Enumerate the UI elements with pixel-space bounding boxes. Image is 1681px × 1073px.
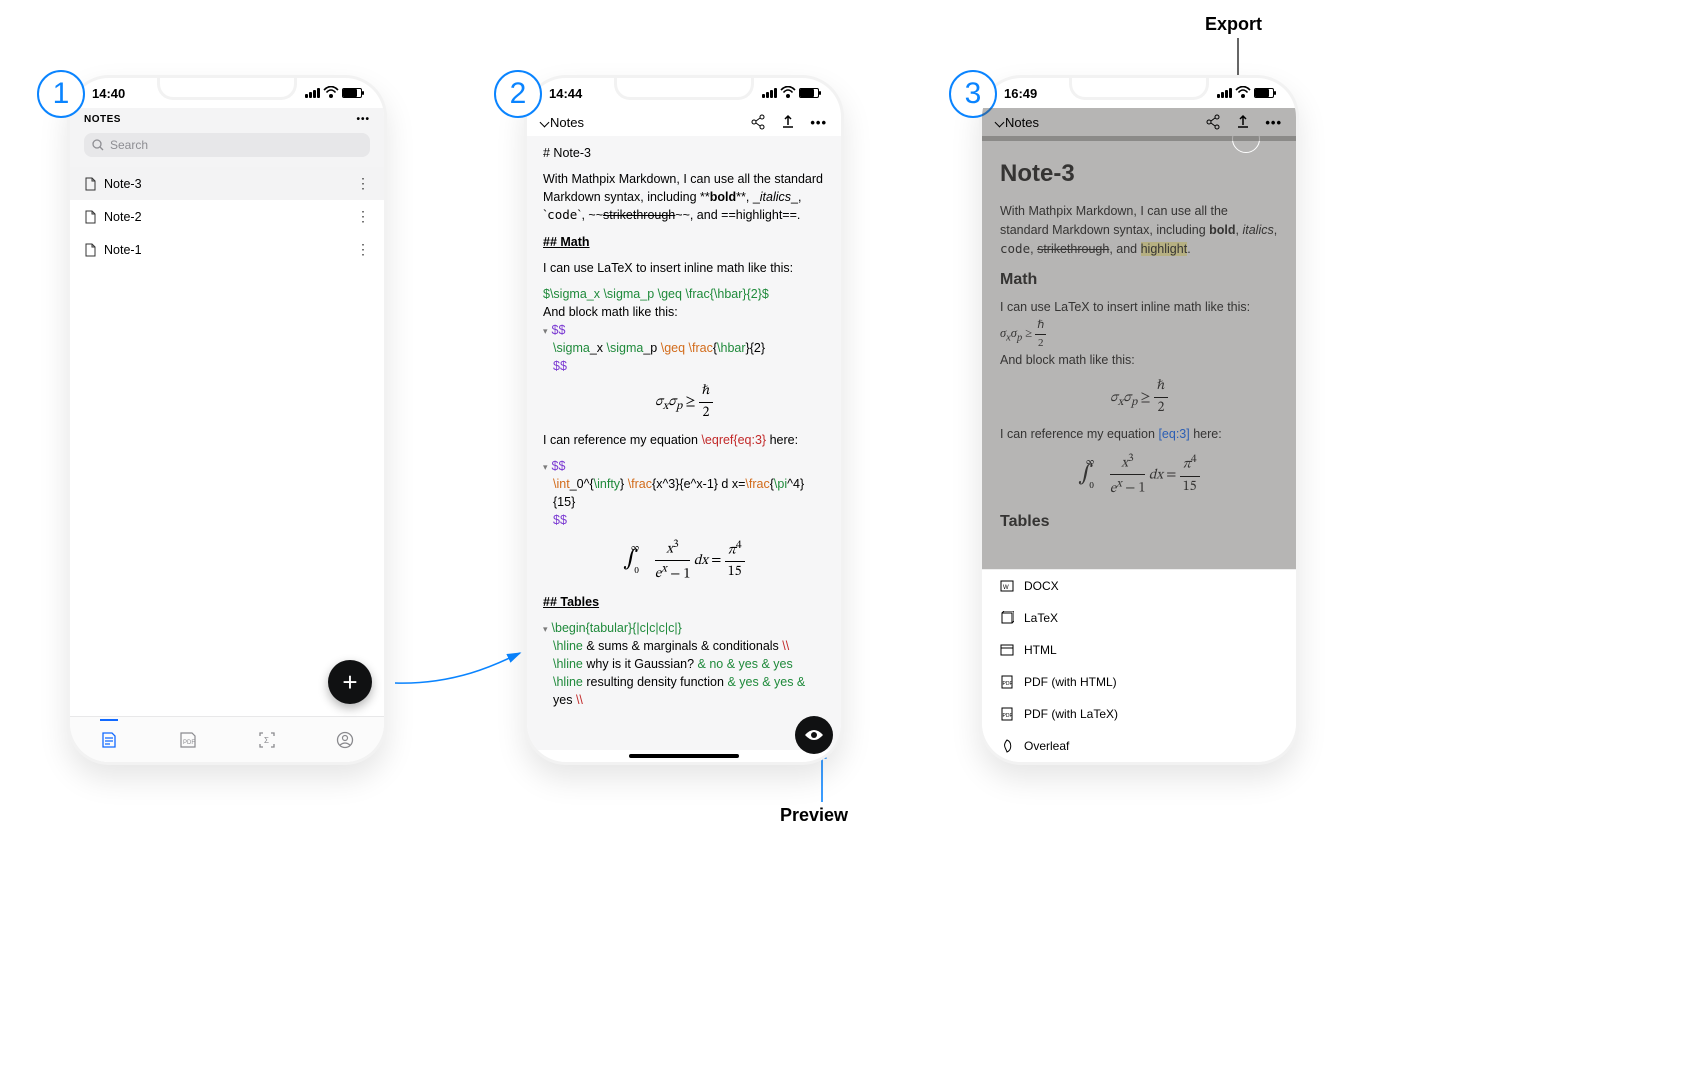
export-option-html[interactable]: HTML xyxy=(982,634,1296,666)
export-option-overleaf[interactable]: Overleaf xyxy=(982,730,1296,762)
fold-indicator-icon[interactable]: ▾ xyxy=(543,326,548,336)
note-icon xyxy=(84,210,96,224)
html-icon xyxy=(1000,643,1014,657)
more-icon[interactable]: ••• xyxy=(810,115,827,130)
share-icon[interactable] xyxy=(750,114,766,130)
screen: Notes ••• # Note-3 With Mathpix Markdown… xyxy=(527,108,841,762)
clock: 16:49 xyxy=(1004,86,1037,101)
upload-icon[interactable] xyxy=(780,114,796,130)
svg-text:PDF: PDF xyxy=(1003,713,1013,719)
step-badge-1: 1 xyxy=(37,70,85,118)
export-sheet: WDOCX LaTeX HTML PDFPDF (with HTML) PDFP… xyxy=(982,569,1296,762)
battery-icon xyxy=(799,88,819,98)
screen: NOTES ••• Search Note-3 ⋮ Note-2 ⋮ xyxy=(70,108,384,762)
more-icon[interactable]: ••• xyxy=(356,114,370,125)
search-icon xyxy=(92,139,104,151)
phone-3-preview-export: 16:49 Notes ••• Note-3 With Mat xyxy=(979,75,1299,765)
battery-icon xyxy=(1254,88,1274,98)
notes-header: NOTES ••• Search xyxy=(70,108,384,167)
export-option-pdf-html[interactable]: PDFPDF (with HTML) xyxy=(982,666,1296,698)
export-option-docx[interactable]: WDOCX xyxy=(982,570,1296,602)
home-indicator xyxy=(629,754,739,758)
wifi-icon xyxy=(781,88,795,98)
clock: 14:40 xyxy=(92,86,125,101)
svg-text:PDF: PDF xyxy=(1003,681,1013,687)
wifi-icon xyxy=(1236,88,1250,98)
notes-title: NOTES xyxy=(84,114,121,125)
overleaf-icon xyxy=(1000,739,1014,753)
chevron-left-icon xyxy=(995,117,1005,127)
rendered-formula-1: σxσp ≥ ℏ2 xyxy=(543,381,825,423)
share-icon[interactable] xyxy=(1205,114,1221,130)
row-more-icon[interactable]: ⋮ xyxy=(356,208,370,225)
back-button[interactable]: Notes xyxy=(541,115,584,130)
phone-2-editor: 14:44 Notes ••• # Note-3 With Mathpix Ma… xyxy=(524,75,844,765)
signal-icon xyxy=(305,88,320,98)
rendered-preview[interactable]: Note-3 With Mathpix Markdown, I can use … xyxy=(982,136,1296,569)
svg-text:PDF: PDF xyxy=(183,740,195,746)
annotation-export: Export xyxy=(1205,14,1262,35)
phone-1-notes-list: 14:40 NOTES ••• Search Note-3 xyxy=(67,75,387,765)
create-note-fab[interactable]: + xyxy=(328,660,372,704)
svg-text:W: W xyxy=(1003,585,1009,591)
chevron-left-icon xyxy=(540,117,550,127)
pdf-icon: PDF xyxy=(1000,707,1014,721)
search-input[interactable]: Search xyxy=(84,133,370,157)
battery-icon xyxy=(342,88,362,98)
pdf-icon: PDF xyxy=(1000,675,1014,689)
svg-text:Σ: Σ xyxy=(264,736,269,745)
row-more-icon[interactable]: ⋮ xyxy=(356,175,370,192)
screen: Notes ••• Note-3 With Mathpix Markdown, … xyxy=(982,108,1296,762)
tab-account[interactable] xyxy=(336,731,354,749)
export-option-latex[interactable]: LaTeX xyxy=(982,602,1296,634)
note-row[interactable]: Note-1 ⋮ xyxy=(70,233,384,266)
tab-pdf[interactable]: PDF xyxy=(178,731,198,749)
note-row[interactable]: Note-3 ⋮ xyxy=(70,167,384,200)
clock: 14:44 xyxy=(549,86,582,101)
fold-indicator-icon[interactable]: ▾ xyxy=(543,462,548,472)
bottom-tabbar: PDF Σ xyxy=(70,716,384,762)
back-button[interactable]: Notes xyxy=(996,115,1039,130)
notes-list: Note-3 ⋮ Note-2 ⋮ Note-1 ⋮ xyxy=(70,167,384,266)
markdown-editor[interactable]: # Note-3 With Mathpix Markdown, I can us… xyxy=(527,136,841,750)
status-bar: 16:49 xyxy=(982,78,1296,108)
preview-toggle-fab[interactable] xyxy=(795,716,833,754)
note-icon xyxy=(84,243,96,257)
eye-icon xyxy=(804,728,824,742)
step-badge-2: 2 xyxy=(494,70,542,118)
tutorial-canvas: 1 2 3 Create Markdown documents Preview … xyxy=(0,0,1681,1073)
docx-icon: W xyxy=(1000,579,1014,593)
signal-icon xyxy=(762,88,777,98)
export-option-pdf-latex[interactable]: PDFPDF (with LaTeX) xyxy=(982,698,1296,730)
preview-title: Note-3 xyxy=(1000,156,1278,192)
signal-icon xyxy=(1217,88,1232,98)
row-more-icon[interactable]: ⋮ xyxy=(356,241,370,258)
wifi-icon xyxy=(324,88,338,98)
plus-icon: + xyxy=(342,667,357,698)
note-icon xyxy=(84,177,96,191)
more-icon[interactable]: ••• xyxy=(1265,115,1282,130)
editor-navbar: Notes ••• xyxy=(527,108,841,136)
upload-icon[interactable] xyxy=(1235,114,1251,130)
note-row[interactable]: Note-2 ⋮ xyxy=(70,200,384,233)
tab-notes[interactable] xyxy=(100,719,118,749)
fold-indicator-icon[interactable]: ▾ xyxy=(543,624,548,634)
annotation-preview: Preview xyxy=(780,805,848,826)
rendered-formula-2: ∫0∞ x3ex − 1 dx = π415 xyxy=(543,536,825,585)
device-notch xyxy=(157,78,297,100)
device-notch xyxy=(614,78,754,100)
latex-icon xyxy=(1000,611,1014,625)
tab-scan[interactable]: Σ xyxy=(258,731,276,749)
preview-navbar: Notes ••• xyxy=(982,108,1296,136)
